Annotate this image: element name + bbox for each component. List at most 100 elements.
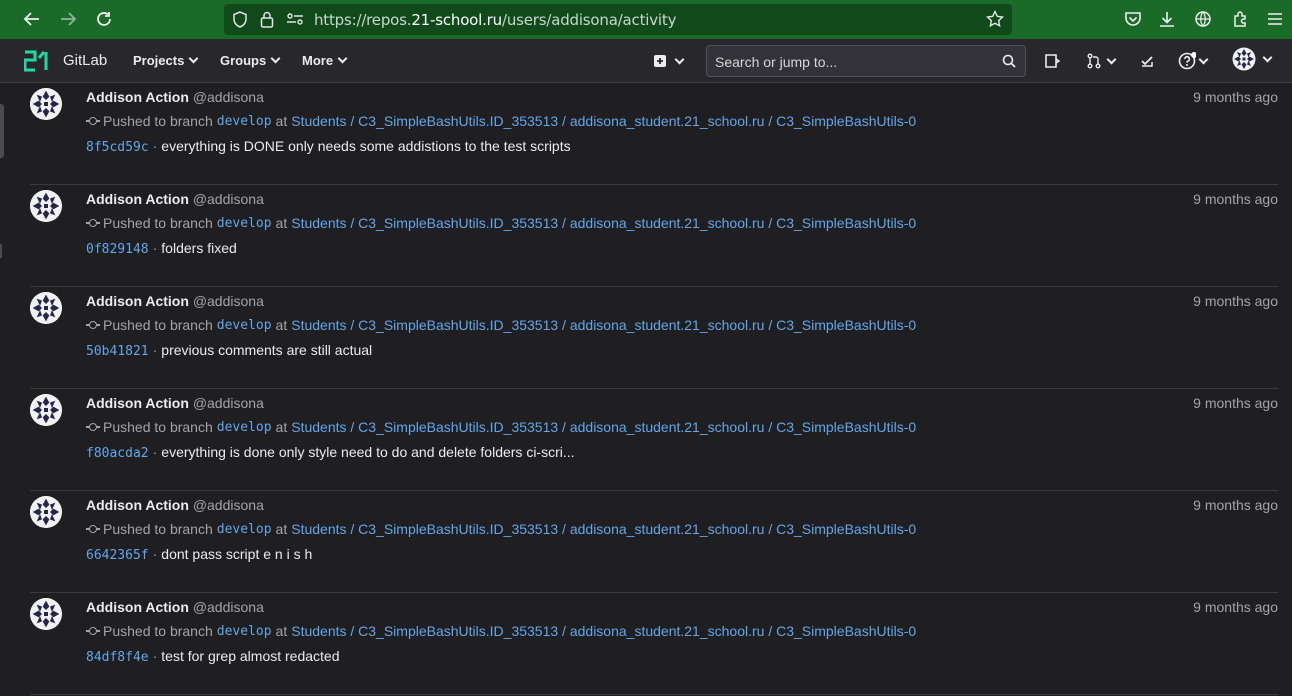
url-text[interactable]: https://repos.21-school.ru/users/addison… <box>314 11 676 29</box>
commit-sha-link[interactable]: 8f5cd59c <box>86 140 149 155</box>
search-field[interactable] <box>706 45 1026 77</box>
event-timestamp: 9 months ago <box>1193 497 1278 513</box>
author-name[interactable]: Addison Action <box>86 89 189 105</box>
shield-icon[interactable] <box>232 11 248 31</box>
author-handle[interactable]: @addisona <box>193 191 264 207</box>
project-link[interactable]: Students / C3_SimpleBashUtils.ID_353513 … <box>291 623 916 639</box>
permissions-icon[interactable] <box>286 11 304 30</box>
avatar[interactable] <box>30 190 62 222</box>
event-author: Addison Action @addisona <box>86 599 264 615</box>
search-icon[interactable] <box>1002 54 1016 73</box>
branch-link[interactable]: develop <box>217 114 272 129</box>
commit-message: everything is done only style need to do… <box>161 444 575 460</box>
commit-message: test for grep almost redacted <box>161 648 340 664</box>
new-item-dropdown[interactable] <box>650 51 686 71</box>
branch-link[interactable]: develop <box>217 420 272 435</box>
user-menu-dropdown[interactable] <box>1230 47 1272 71</box>
avatar[interactable] <box>30 496 62 528</box>
branch-link[interactable]: develop <box>217 522 272 537</box>
commit-icon <box>86 116 100 126</box>
commit-icon <box>86 218 100 228</box>
user-avatar-icon <box>30 292 62 324</box>
menu-hamburger-icon[interactable] <box>1264 8 1286 30</box>
merge-requests-dropdown[interactable] <box>1082 51 1118 71</box>
commit-sha-link[interactable]: f80acda2 <box>86 446 149 461</box>
user-avatar-icon <box>30 496 62 528</box>
menu-projects-label: Projects <box>133 53 185 68</box>
user-avatar-icon <box>30 88 62 120</box>
school21-logo-icon[interactable] <box>23 50 52 72</box>
avatar[interactable] <box>30 88 62 120</box>
sidebar-collapse-handle[interactable] <box>0 104 4 158</box>
avatar[interactable] <box>30 394 62 426</box>
commit-sha-link[interactable]: 0f829148 <box>86 242 149 257</box>
bookmark-star-icon[interactable] <box>985 9 1005 31</box>
project-link[interactable]: Students / C3_SimpleBashUtils.ID_353513 … <box>291 113 916 129</box>
forward-arrow-icon[interactable] <box>54 5 82 33</box>
author-handle[interactable]: @addisona <box>193 89 264 105</box>
action-text: Pushed to branch <box>103 521 213 537</box>
separator-dot: · <box>152 138 158 154</box>
commit-sha-link[interactable]: 84df8f4e <box>86 650 149 665</box>
project-link[interactable]: Students / C3_SimpleBashUtils.ID_353513 … <box>291 317 916 333</box>
project-link[interactable]: Students / C3_SimpleBashUtils.ID_353513 … <box>291 215 916 231</box>
help-dropdown[interactable] <box>1174 51 1210 71</box>
author-handle[interactable]: @addisona <box>193 293 264 309</box>
commit-message: folders fixed <box>161 240 237 256</box>
at-text: at <box>275 317 288 333</box>
reload-icon[interactable] <box>90 5 118 33</box>
lock-icon[interactable] <box>260 11 274 31</box>
event-action: Pushed to branch develop at Students / C… <box>86 113 916 129</box>
commit-sha-link[interactable]: 50b41821 <box>86 344 149 359</box>
branch-link[interactable]: develop <box>217 216 272 231</box>
gitlab-header: GitLab Projects Groups More <box>0 39 1292 83</box>
commit-icon <box>86 422 100 432</box>
brand-name[interactable]: GitLab <box>63 52 107 69</box>
sidebar-edge-marker <box>0 244 2 258</box>
commit-line: 0f829148 · folders fixed <box>86 240 237 257</box>
event-action: Pushed to branch develop at Students / C… <box>86 419 916 435</box>
avatar[interactable] <box>30 292 62 324</box>
chevron-down-icon <box>1262 52 1272 62</box>
plus-square-icon <box>654 55 666 67</box>
author-name[interactable]: Addison Action <box>86 395 189 411</box>
chevron-down-icon <box>337 53 348 64</box>
author-handle[interactable]: @addisona <box>193 497 264 513</box>
event-author: Addison Action @addisona <box>86 89 264 105</box>
back-arrow-icon[interactable] <box>18 5 46 33</box>
author-name[interactable]: Addison Action <box>86 293 189 309</box>
menu-groups[interactable]: Groups <box>220 53 281 68</box>
menu-projects[interactable]: Projects <box>133 53 199 68</box>
chevron-down-icon <box>188 53 199 64</box>
chevron-down-icon <box>270 53 281 64</box>
project-link[interactable]: Students / C3_SimpleBashUtils.ID_353513 … <box>291 521 916 537</box>
search-input[interactable] <box>715 52 995 72</box>
downloads-icon[interactable] <box>1156 8 1178 30</box>
commit-sha-link[interactable]: 6642365f <box>86 548 149 563</box>
author-name[interactable]: Addison Action <box>86 599 189 615</box>
vpn-globe-icon[interactable] <box>1192 8 1214 30</box>
commit-message: everything is DONE only needs some addis… <box>161 138 571 154</box>
branch-link[interactable]: develop <box>217 624 272 639</box>
activity-event: Addison Action @addisona 9 months ago Pu… <box>30 593 1278 695</box>
at-text: at <box>275 623 288 639</box>
menu-more[interactable]: More <box>302 53 348 68</box>
pocket-icon[interactable] <box>1122 8 1144 30</box>
author-name[interactable]: Addison Action <box>86 191 189 207</box>
chevron-down-icon <box>1106 54 1116 64</box>
avatar[interactable] <box>30 598 62 630</box>
author-handle[interactable]: @addisona <box>193 599 264 615</box>
project-link[interactable]: Students / C3_SimpleBashUtils.ID_353513 … <box>291 419 916 435</box>
author-name[interactable]: Addison Action <box>86 497 189 513</box>
separator-dot: · <box>152 240 158 256</box>
branch-link[interactable]: develop <box>217 318 272 333</box>
url-bar[interactable]: https://repos.21-school.ru/users/addison… <box>224 4 1012 35</box>
issues-icon[interactable] <box>1042 51 1062 71</box>
author-handle[interactable]: @addisona <box>193 395 264 411</box>
action-text: Pushed to branch <box>103 623 213 639</box>
todo-checkbox-icon[interactable] <box>1137 51 1157 71</box>
activity-feed: Addison Action @addisona 9 months ago Pu… <box>30 83 1278 695</box>
extensions-icon[interactable] <box>1230 8 1252 30</box>
event-timestamp: 9 months ago <box>1193 395 1278 411</box>
event-action: Pushed to branch develop at Students / C… <box>86 215 916 231</box>
